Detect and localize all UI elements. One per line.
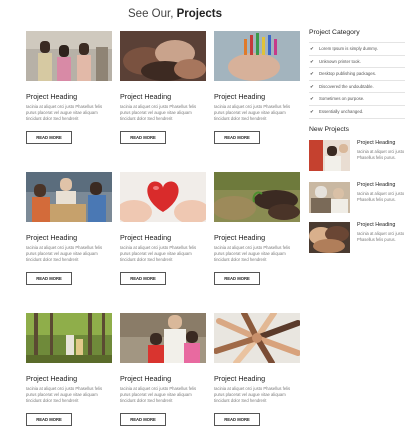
project-heading[interactable]: Project Heading <box>26 233 112 242</box>
new-project-item: Project Heading Iacinia at aliquet orci … <box>309 182 405 216</box>
project-card: Project Heading Iacinia at aliquet orci … <box>26 172 112 285</box>
read-more-button[interactable]: READ MORE <box>214 131 260 144</box>
project-image-children-box[interactable] <box>26 172 112 222</box>
new-project-heading[interactable]: Project Heading <box>357 140 395 146</box>
project-description: Iacinia at aliquet orci justo Phasellus … <box>214 245 291 262</box>
check-icon: ✔ <box>310 96 314 102</box>
category-item[interactable]: ✔ Lorem Ipsum is simply dummy. <box>309 43 405 56</box>
read-more-button[interactable]: READ MORE <box>120 131 166 144</box>
project-card: Project Heading Iacinia at aliquet orci … <box>214 172 300 285</box>
project-card: Project Heading Iacinia at aliquet orci … <box>214 313 300 426</box>
category-item[interactable]: ✔ Desktop publishing packages. <box>309 68 405 81</box>
project-image-forest[interactable] <box>26 313 112 363</box>
project-image-keys[interactable] <box>214 31 300 81</box>
new-project-item: Project Heading Iacinia at aliquet orci … <box>309 222 405 256</box>
category-list: ✔ Lorem Ipsum is simply dummy. ✔ Unknown p… <box>309 42 405 119</box>
project-card: Project Heading Iacinia at aliquet orci … <box>120 313 206 426</box>
project-category-widget: Project Category ✔ Lorem Ipsum is simply … <box>309 29 405 119</box>
project-description: Iacinia at aliquet orci justo Phasellus … <box>26 104 103 121</box>
read-more-button[interactable]: READ MORE <box>214 272 260 285</box>
page-title: See Our, Projects <box>128 8 222 20</box>
project-heading[interactable]: Project Heading <box>214 374 300 383</box>
read-more-button[interactable]: READ MORE <box>120 413 166 426</box>
read-more-button[interactable]: READ MORE <box>214 413 260 426</box>
project-heading[interactable]: Project Heading <box>214 233 300 242</box>
read-more-button[interactable]: READ MORE <box>26 272 72 285</box>
project-description: Iacinia at aliquet orci justo Phasellus … <box>26 245 103 262</box>
category-item[interactable]: ✔ Essentially unchanged. <box>309 106 405 119</box>
project-heading[interactable]: Project Heading <box>214 92 300 101</box>
project-heading[interactable]: Project Heading <box>120 92 206 101</box>
project-image-woman-children[interactable] <box>120 313 206 363</box>
new-project-description: Iacinia at aliquet orci justo Phasellus … <box>357 231 405 242</box>
project-description: Iacinia at aliquet orci justo Phasellus … <box>120 386 197 403</box>
project-card: Project Heading Iacinia at aliquet orci … <box>214 31 300 144</box>
project-card: Project Heading Iacinia at aliquet orci … <box>26 313 112 426</box>
project-description: Iacinia at aliquet orci justo Phasellus … <box>214 386 291 403</box>
new-project-image[interactable] <box>309 222 350 253</box>
category-item[interactable]: ✔ Sometimes on purpose. <box>309 93 405 106</box>
category-title: Project Category <box>309 29 360 36</box>
project-card: Project Heading Iacinia at aliquet orci … <box>120 31 206 144</box>
project-image-heart[interactable] <box>120 172 206 222</box>
page-title-strong: Projects <box>176 8 222 20</box>
new-project-image[interactable] <box>309 140 350 171</box>
project-heading[interactable]: Project Heading <box>26 92 112 101</box>
check-icon: ✔ <box>310 83 314 89</box>
check-icon: ✔ <box>310 58 314 64</box>
category-item[interactable]: ✔ Unknown printer took. <box>309 56 405 69</box>
new-project-image[interactable] <box>309 182 350 213</box>
project-card: Project Heading Iacinia at aliquet orci … <box>26 31 112 144</box>
new-project-item: Project Heading Iacinia at aliquet orci … <box>309 140 405 174</box>
project-description: Iacinia at aliquet orci justo Phasellus … <box>120 104 197 121</box>
read-more-button[interactable]: READ MORE <box>120 272 166 285</box>
project-image-hands[interactable] <box>120 31 206 81</box>
new-project-heading[interactable]: Project Heading <box>357 182 395 188</box>
new-projects-title: New Projects <box>309 126 350 133</box>
project-description: Iacinia at aliquet orci justo Phasellus … <box>26 386 103 403</box>
read-more-button[interactable]: READ MORE <box>26 413 72 426</box>
new-project-heading[interactable]: Project Heading <box>357 222 395 228</box>
new-project-description: Iacinia at aliquet orci justo Phasellus … <box>357 149 405 160</box>
project-heading[interactable]: Project Heading <box>120 374 206 383</box>
project-image-children[interactable] <box>26 31 112 81</box>
check-icon: ✔ <box>310 108 314 114</box>
project-heading[interactable]: Project Heading <box>26 374 112 383</box>
check-icon: ✔ <box>310 71 314 77</box>
project-image-hands-circle[interactable] <box>214 313 300 363</box>
project-heading[interactable]: Project Heading <box>120 233 206 242</box>
project-image-seedling[interactable] <box>214 172 300 222</box>
project-description: Iacinia at aliquet orci justo Phasellus … <box>214 104 291 121</box>
category-item[interactable]: ✔ Discovered the undoubtable. <box>309 81 405 94</box>
page-title-prefix: See Our, <box>128 8 174 20</box>
check-icon: ✔ <box>310 46 314 51</box>
project-description: Iacinia at aliquet orci justo Phasellus … <box>120 245 197 262</box>
new-project-description: Iacinia at aliquet orci justo Phasellus … <box>357 191 405 202</box>
project-card: Project Heading Iacinia at aliquet orci … <box>120 172 206 285</box>
read-more-button[interactable]: READ MORE <box>26 131 72 144</box>
